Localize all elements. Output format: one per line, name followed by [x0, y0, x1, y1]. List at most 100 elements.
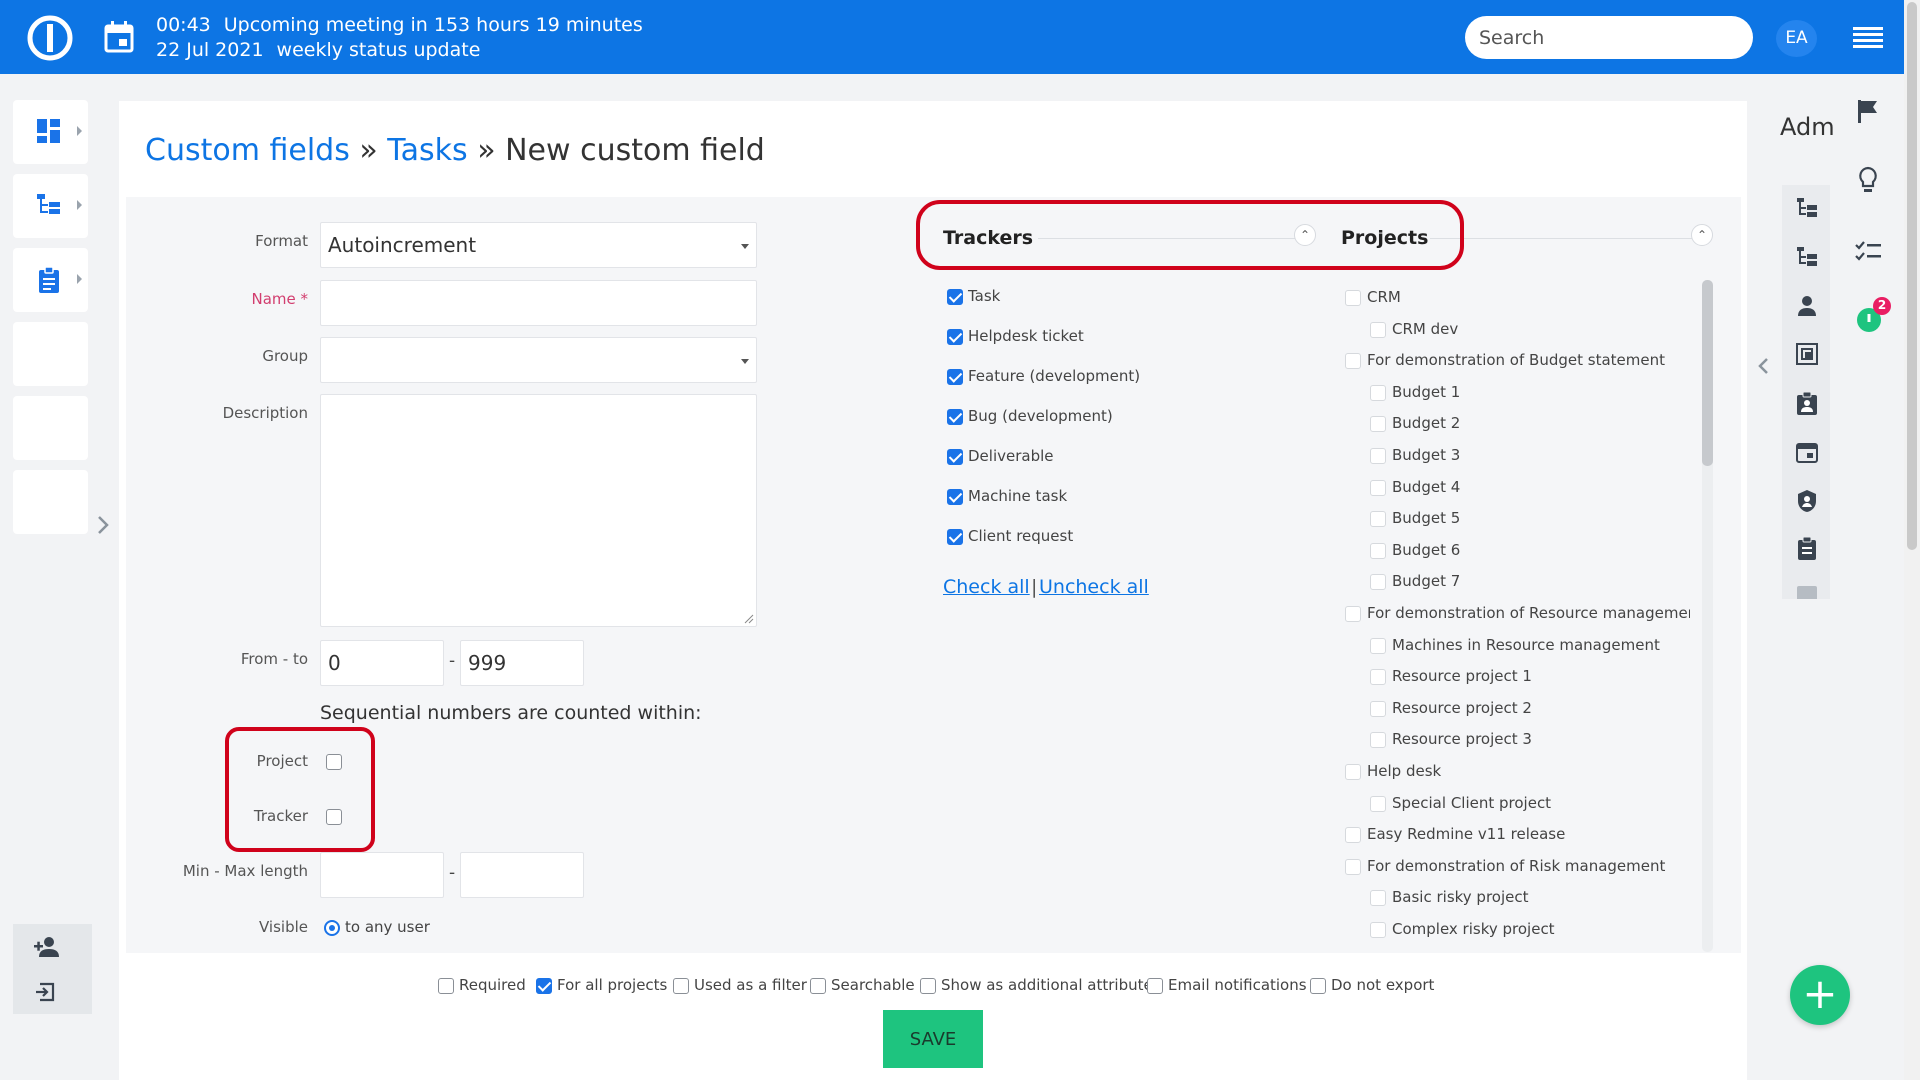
task-tree-icon[interactable]	[1796, 197, 1818, 219]
project-checkbox[interactable]	[1370, 416, 1386, 433]
project-checkbox[interactable]	[1370, 321, 1386, 338]
calendar-icon[interactable]	[1796, 441, 1818, 463]
project-list-item[interactable]: For demonstration of Budget statement	[1345, 345, 1690, 377]
sign-out-icon[interactable]	[35, 981, 57, 1003]
sidebar-empty-slot[interactable]	[13, 396, 88, 460]
project-list-item[interactable]: Budget 5	[1345, 503, 1690, 535]
project-checkbox[interactable]	[1345, 763, 1361, 780]
used-as-filter-checkbox[interactable]	[673, 978, 689, 994]
project-checkbox[interactable]	[1370, 732, 1386, 749]
project-checkbox[interactable]	[1370, 574, 1386, 591]
tracker-checkbox[interactable]	[947, 529, 963, 545]
tracker-checkbox[interactable]	[947, 409, 963, 425]
user-avatar[interactable]: EA	[1776, 20, 1817, 57]
user-icon[interactable]	[1796, 295, 1818, 317]
timer-icon[interactable]: 2	[1856, 296, 1894, 336]
do-not-export-checkbox[interactable]	[1310, 978, 1326, 994]
app-logo-icon[interactable]	[26, 14, 74, 62]
breadcrumb-tasks-link[interactable]: Tasks	[387, 133, 467, 168]
project-list-item[interactable]: Budget 7	[1345, 566, 1690, 598]
more-shortcut-icon[interactable]	[1796, 585, 1818, 599]
project-list-item[interactable]: CRM dev	[1345, 314, 1690, 346]
breadcrumb-custom-fields-link[interactable]: Custom fields	[145, 133, 350, 168]
email-notifications-checkbox[interactable]	[1147, 978, 1163, 994]
project-checkbox[interactable]	[1370, 637, 1386, 654]
project-list-item[interactable]: Budget 4	[1345, 472, 1690, 504]
hamburger-menu-icon[interactable]	[1853, 26, 1883, 50]
save-button[interactable]: SAVE	[883, 1010, 983, 1068]
search-input[interactable]	[1465, 16, 1753, 59]
sidebar-tasks-button[interactable]	[13, 248, 88, 312]
resource-icon[interactable]	[1796, 343, 1818, 365]
project-checkbox[interactable]	[1345, 353, 1361, 370]
sidebar-tree-button[interactable]	[13, 174, 88, 238]
project-list-item[interactable]: Machines in Resource management	[1345, 630, 1690, 662]
searchable-checkbox[interactable]	[810, 978, 826, 994]
project-checkbox[interactable]	[1370, 479, 1386, 496]
project-checkbox[interactable]	[1370, 447, 1386, 464]
uncheck-all-link[interactable]: Uncheck all	[1039, 576, 1149, 598]
project-checkbox[interactable]	[1370, 890, 1386, 907]
project-checkbox[interactable]	[1345, 290, 1361, 306]
shield-icon[interactable]	[1796, 489, 1818, 513]
to-input[interactable]: 999	[460, 640, 584, 686]
project-checkbox[interactable]	[1370, 669, 1386, 686]
visible-any-user-radio[interactable]	[324, 920, 340, 936]
required-checkbox[interactable]	[438, 978, 454, 994]
project-list-item[interactable]: Budget 1	[1345, 377, 1690, 409]
project-checkbox[interactable]	[1370, 384, 1386, 401]
project-list-item[interactable]: Resource project 1	[1345, 661, 1690, 693]
flag-icon[interactable]	[1856, 98, 1880, 124]
from-input[interactable]: 0	[320, 640, 444, 686]
right-panel-collapse-icon[interactable]	[1756, 356, 1770, 376]
calendar-icon[interactable]	[103, 20, 135, 54]
project-list-item[interactable]: CRM	[1345, 282, 1690, 314]
show-additional-attribute-checkbox[interactable]	[920, 978, 936, 994]
sidebar-empty-slot[interactable]	[13, 470, 88, 534]
checklist-icon[interactable]	[1854, 240, 1882, 264]
project-checkbox[interactable]	[1345, 827, 1361, 844]
add-user-icon[interactable]	[33, 936, 61, 958]
project-list-item[interactable]: For demonstration of Risk management	[1345, 851, 1690, 883]
projects-scrollbar-thumb[interactable]	[1702, 280, 1713, 466]
project-checkbox[interactable]	[1370, 542, 1386, 559]
name-input[interactable]	[320, 280, 757, 326]
project-list-item[interactable]: Special Client project	[1345, 788, 1690, 820]
add-fab-button[interactable]: +	[1790, 965, 1850, 1025]
projects-collapse-button[interactable]: ⌃	[1691, 224, 1713, 246]
upcoming-meeting[interactable]: 00:43 Upcoming meeting in 153 hours 19 mi…	[156, 13, 656, 63]
tracker-checkbox[interactable]	[947, 289, 963, 305]
max-length-input[interactable]	[460, 852, 584, 898]
project-list-item[interactable]: Budget 3	[1345, 440, 1690, 472]
for-all-projects-checkbox[interactable]	[536, 978, 552, 994]
project-list-item[interactable]: Basic risky project	[1345, 882, 1690, 914]
project-checkbox[interactable]	[1370, 511, 1386, 528]
tracker-checkbox[interactable]	[947, 449, 963, 465]
min-length-input[interactable]	[320, 852, 444, 898]
project-list-item[interactable]: Easy Redmine v11 release	[1345, 819, 1690, 851]
project-list-item[interactable]: Help desk	[1345, 756, 1690, 788]
page-scrollbar-thumb[interactable]	[1907, 2, 1917, 550]
project-checkbox[interactable]	[1345, 858, 1361, 875]
page-scrollbar[interactable]	[1904, 0, 1920, 1080]
project-checkbox[interactable]	[1370, 795, 1386, 812]
projects-scrollbar[interactable]	[1702, 280, 1713, 952]
group-select[interactable]	[320, 337, 757, 383]
sidebar-expand-chevron-icon[interactable]	[95, 514, 111, 536]
clipboard-icon[interactable]	[1796, 537, 1818, 561]
project-list-item[interactable]: Complex risky project	[1345, 914, 1690, 946]
lightbulb-icon[interactable]	[1857, 166, 1879, 194]
project-list-item[interactable]: Resource project 3	[1345, 724, 1690, 756]
project-list-item[interactable]: Budget 2	[1345, 408, 1690, 440]
resize-grip-icon[interactable]	[744, 614, 754, 624]
project-list-item[interactable]: Budget 6	[1345, 535, 1690, 567]
sidebar-dashboard-button[interactable]	[13, 100, 88, 164]
contact-card-icon[interactable]	[1796, 392, 1818, 416]
sidebar-empty-slot[interactable]	[13, 322, 88, 386]
tracker-checkbox[interactable]	[947, 329, 963, 345]
check-all-link[interactable]: Check all	[943, 576, 1030, 598]
tracker-checkbox[interactable]	[947, 489, 963, 505]
project-list-item[interactable]: Resource project 2	[1345, 693, 1690, 725]
description-textarea[interactable]	[320, 394, 757, 627]
project-list-item[interactable]: For demonstration of Resource management	[1345, 598, 1690, 630]
